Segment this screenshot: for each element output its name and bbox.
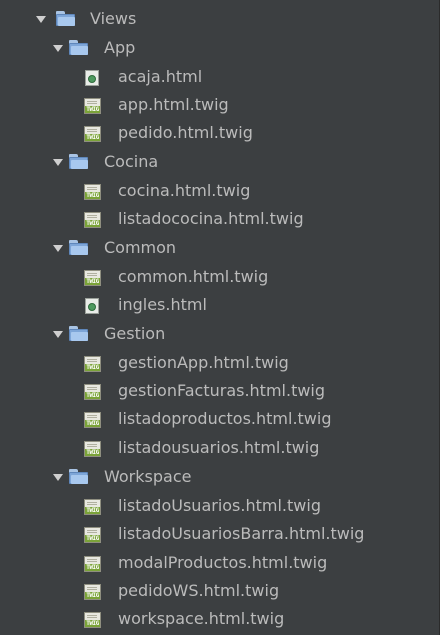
tree-file-listadousuariosbarra-twig[interactable]: TWIG listadoUsuariosBarra.html.twig [0,521,440,549]
folder-open-icon [56,11,76,27]
twig-file-icon: TWIG [84,584,101,600]
twig-file-icon: TWIG [84,499,101,515]
html-file-icon [85,70,99,86]
tree-folder-label: Common [104,238,177,257]
twig-file-icon: TWIG [84,126,101,142]
twig-file-icon: TWIG [84,556,101,572]
twig-file-icon: TWIG [84,441,101,457]
twig-file-icon: TWIG [84,98,101,114]
tree-folder-label: App [104,38,136,57]
html-file-icon [85,298,99,314]
tree-file-label: pedido.html.twig [118,123,253,142]
expand-arrow-icon[interactable] [36,16,46,23]
tree-file-pedido-twig[interactable]: TWIG pedido.html.twig [0,120,440,148]
tree-folder-gestion[interactable]: Gestion [0,321,440,349]
tree-file-label: acaja.html [118,67,203,86]
tree-folder-label: Views [90,9,137,28]
project-tree-panel: Views App acaja.html TWIG app.html.twig … [0,0,440,635]
tree-file-label: common.html.twig [118,267,269,286]
twig-file-icon: TWIG [84,356,101,372]
tree-file-cocina-twig[interactable]: TWIG cocina.html.twig [0,178,440,206]
tree-folder-label: Cocina [104,152,159,171]
twig-file-icon: TWIG [84,612,101,628]
tree-folder-common[interactable]: Common [0,235,440,263]
twig-file-icon: TWIG [84,184,101,200]
twig-file-icon: TWIG [84,527,101,543]
tree-folder-label: Gestion [104,324,166,343]
tree-file-modalproductos-twig[interactable]: TWIG modalProductos.html.twig [0,550,440,578]
tree-folder-app[interactable]: App [0,35,440,63]
tree-file-label: pedidoWS.html.twig [118,581,280,600]
tree-file-label: cocina.html.twig [118,181,251,200]
expand-arrow-icon[interactable] [53,159,63,166]
tree-file-gestionapp-twig[interactable]: TWIG gestionApp.html.twig [0,350,440,378]
twig-file-icon: TWIG [84,384,101,400]
tree-folder-label: Workspace [104,467,192,486]
tree-file-pedidows-twig[interactable]: TWIG pedidoWS.html.twig [0,578,440,606]
tree-file-listadoproductos-twig[interactable]: TWIG listadoproductos.html.twig [0,406,440,434]
tree-file-listadousuarios-twig[interactable]: TWIG listadousuarios.html.twig [0,435,440,463]
tree-folder-views[interactable]: Views [0,6,440,34]
folder-open-icon [69,326,89,342]
twig-file-icon: TWIG [84,412,101,428]
folder-open-icon [69,40,89,56]
tree-file-label: gestionApp.html.twig [118,353,289,372]
expand-arrow-icon[interactable] [53,245,63,252]
tree-file-acaja-html[interactable]: acaja.html [0,64,440,92]
tree-file-label: listadococina.html.twig [118,209,304,228]
tree-file-label: listadoUsuarios.html.twig [118,496,321,515]
tree-file-label: listadoproductos.html.twig [118,409,332,428]
tree-file-label: listadoUsuariosBarra.html.twig [118,524,365,543]
tree-file-label: listadousuarios.html.twig [118,438,320,457]
twig-file-icon: TWIG [84,270,101,286]
folder-open-icon [69,154,89,170]
twig-file-icon: TWIG [84,212,101,228]
tree-folder-cocina[interactable]: Cocina [0,149,440,177]
tree-file-listadococina-twig[interactable]: TWIG listadococina.html.twig [0,206,440,234]
tree-file-listadousuarios-ws-twig[interactable]: TWIG listadoUsuarios.html.twig [0,493,440,521]
tree-file-label: ingles.html [118,295,207,314]
tree-file-label: workspace.html.twig [118,609,285,628]
folder-open-icon [69,240,89,256]
expand-arrow-icon[interactable] [53,331,63,338]
tree-file-label: modalProductos.html.twig [118,553,328,572]
expand-arrow-icon[interactable] [53,474,63,481]
tree-file-common-twig[interactable]: TWIG common.html.twig [0,264,440,292]
folder-open-icon [69,469,89,485]
tree-file-label: gestionFacturas.html.twig [118,381,326,400]
tree-file-gestionfacturas-twig[interactable]: TWIG gestionFacturas.html.twig [0,378,440,406]
tree-file-workspace-twig[interactable]: TWIG workspace.html.twig [0,606,440,634]
tree-folder-workspace[interactable]: Workspace [0,464,440,492]
expand-arrow-icon[interactable] [53,45,63,52]
tree-file-label: app.html.twig [118,95,229,114]
tree-file-ingles-html[interactable]: ingles.html [0,292,440,320]
tree-file-app-twig[interactable]: TWIG app.html.twig [0,92,440,120]
